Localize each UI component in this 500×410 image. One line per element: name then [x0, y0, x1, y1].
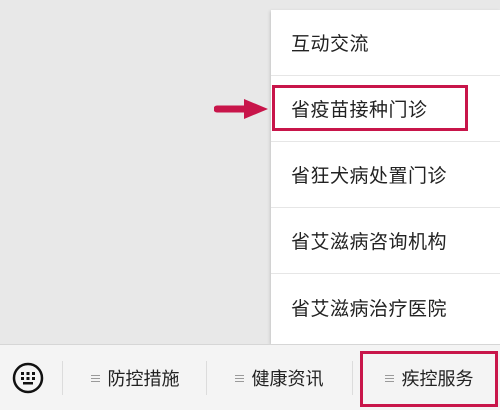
- menu-icon: [384, 373, 394, 384]
- bottom-tab-bar: 防控措施 健康资讯 疾控服务: [0, 344, 500, 410]
- menu-item-interaction[interactable]: 互动交流: [271, 10, 500, 76]
- tab-prevention-measures[interactable]: 防控措施: [70, 345, 200, 410]
- arrow-right-icon: [214, 99, 268, 119]
- tab-label: 疾控服务: [401, 369, 474, 390]
- screen: 互动交流 省疫苗接种门诊 省狂犬病处置门诊 省艾滋病咨询机构 省艾滋病治疗医院: [0, 0, 500, 410]
- tab-divider: [352, 361, 353, 395]
- tab-label: 健康资讯: [251, 369, 324, 390]
- menu-icon: [90, 373, 100, 384]
- keyboard-toggle-button[interactable]: [8, 359, 48, 397]
- keyboard-icon: [12, 362, 44, 394]
- menu-item-label: 互动交流: [291, 33, 370, 55]
- tab-cdc-services[interactable]: 疾控服务: [362, 345, 496, 410]
- menu-item-label: 省艾滋病治疗医院: [291, 297, 448, 320]
- menu-icon: [234, 373, 244, 384]
- menu-item-aids-hospital[interactable]: 省艾滋病治疗医院: [271, 274, 500, 340]
- tab-divider: [62, 361, 63, 395]
- menu-item-label: 省疫苗接种门诊: [291, 99, 428, 121]
- menu-item-label: 省狂犬病处置门诊: [291, 165, 448, 187]
- menu-item-label: 省艾滋病咨询机构: [291, 231, 448, 253]
- service-popup-menu: 互动交流 省疫苗接种门诊 省狂犬病处置门诊 省艾滋病咨询机构 省艾滋病治疗医院: [271, 10, 500, 344]
- menu-item-aids-consulting[interactable]: 省艾滋病咨询机构: [271, 208, 500, 274]
- menu-item-rabies-clinic[interactable]: 省狂犬病处置门诊: [271, 142, 500, 208]
- tab-label: 防控措施: [107, 369, 180, 390]
- tab-divider: [206, 361, 207, 395]
- menu-item-vaccination-clinic[interactable]: 省疫苗接种门诊: [271, 76, 500, 142]
- tab-health-news[interactable]: 健康资讯: [214, 345, 344, 410]
